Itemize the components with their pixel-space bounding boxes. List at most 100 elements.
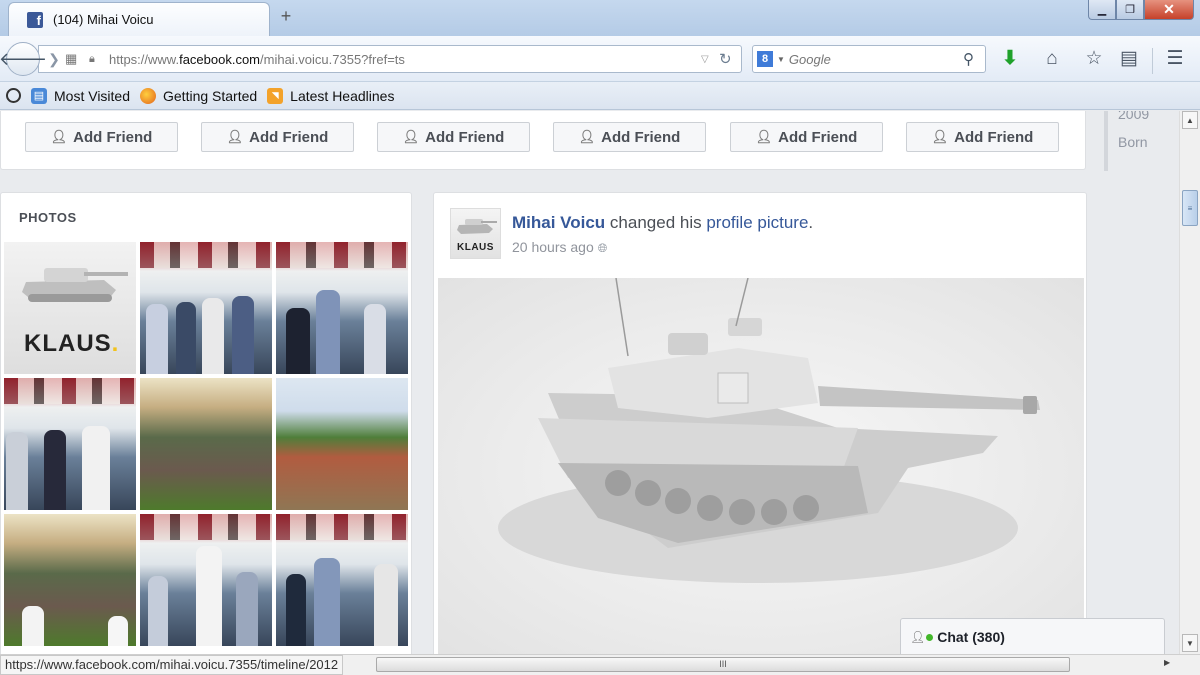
add-friend-label: Add Friend [73,128,153,146]
scrollbar-grip: III [719,659,727,669]
post-period: . [808,213,814,232]
public-globe-icon[interactable]: 🌐︎ [598,241,608,255]
reload-icon[interactable]: ↻ [719,50,741,68]
add-friend-icon: 👤︎ [755,129,773,144]
photo-person [44,430,66,510]
photo-person [232,296,254,374]
add-friend-label: Add Friend [601,128,681,146]
add-friend-button[interactable]: 👤︎ Add Friend [553,122,706,152]
search-bar[interactable]: 8 ▼ Google ⚲ [752,45,986,73]
avatar-text: KLAUS [457,242,494,253]
vertical-scrollbar[interactable]: ▲ ≡ ▼ [1179,111,1200,654]
tank-photo-image [498,278,1040,583]
history-icon[interactable] [6,88,21,103]
photo-person [316,290,340,374]
back-button[interactable]: 🡐 [0,42,47,76]
photo-thumbnail[interactable] [4,378,136,510]
most-visited-icon: ▤ [31,87,47,104]
window-titlebar: f (104) Mihai Voicu + ▁ ❐ ✕ [0,0,1200,36]
photo-person [108,616,128,646]
chat-bar[interactable]: 👤︎ Chat (380) [900,618,1165,655]
photo-thumbnail[interactable] [140,242,272,374]
add-friend-button[interactable]: 👤︎ Add Friend [377,122,530,152]
toolbar-separator [1152,48,1153,74]
photo-thumbnail[interactable] [140,378,272,510]
photo-thumbnail[interactable] [276,378,408,510]
scroll-right-icon[interactable]: ▶ [1164,658,1170,667]
photo-person [202,298,224,374]
bookmark-label: Getting Started [163,87,258,104]
add-friend-button[interactable]: 👤︎ Add Friend [730,122,883,152]
site-identity-icon[interactable]: ▦ [65,51,83,67]
photo-grid: KLAUS. [4,242,410,646]
add-friend-icon: 👤︎ [931,129,949,144]
add-friend-button[interactable]: 👤︎ Add Friend [201,122,354,152]
add-friend-button[interactable]: 👤︎ Add Friend [25,122,178,152]
bookmarks-menu-icon[interactable]: ▤ [1117,48,1141,72]
minimize-button[interactable]: ▁ [1088,0,1116,20]
scrollbar-thumb[interactable]: ≡ [1182,190,1198,226]
close-window-button[interactable]: ✕ [1144,0,1194,20]
add-friend-label: Add Friend [425,128,505,146]
lock-icon: 🔒︎ [89,52,95,65]
home-icon[interactable]: ⌂ [1040,48,1064,72]
photo-thumbnail[interactable] [276,514,408,646]
menu-icon[interactable]: ☰ [1163,48,1187,72]
bookmark-getting-started[interactable]: Getting Started [140,87,258,104]
photo-person [314,558,340,646]
downloads-icon[interactable]: ⬇ [998,48,1022,72]
klaus-dot: . [111,330,120,357]
post-time-link[interactable]: 20 hours ago [512,239,594,255]
photo-person [364,304,386,374]
firefox-icon [140,87,156,104]
search-input[interactable]: Google [789,52,963,67]
add-friend-label: Add Friend [954,128,1034,146]
profile-picture-link[interactable]: profile picture [706,213,808,232]
post-action-text: changed his [605,213,707,232]
post-timestamp: 20 hours ago 🌐︎ [512,239,607,256]
page-content: 👤︎ Add Friend 👤︎ Add Friend 👤︎ Add Friend 👤… [0,111,1178,654]
chat-person-icon: 👤︎ [910,630,926,644]
url-text[interactable]: https://www.facebook.com/mihai.voicu.735… [109,52,701,67]
photos-card: PHOTOS KLAUS. [0,192,412,654]
new-tab-button[interactable]: + [276,6,296,27]
post-photo[interactable] [438,278,1084,654]
photo-thumbnail[interactable]: KLAUS. [4,242,136,374]
add-friend-button[interactable]: 👤︎ Add Friend [906,122,1059,152]
photo-person [148,576,168,646]
browser-tab[interactable]: f (104) Mihai Voicu [8,2,270,36]
post-author-link[interactable]: Mihai Voicu [512,213,605,232]
timeline-year-item[interactable]: 2009 [1118,111,1178,122]
url-prefix: https://www. [109,51,180,67]
photos-title[interactable]: PHOTOS [19,210,77,225]
maximize-button[interactable]: ❐ [1116,0,1144,20]
photo-thumbnail[interactable] [276,242,408,374]
photo-thumbnail[interactable] [4,514,136,646]
bookmark-star-icon[interactable]: ☆ [1082,48,1106,72]
avatar[interactable]: KLAUS [450,208,501,259]
photo-person [6,432,28,510]
search-engine-dropdown-icon[interactable]: ▼ [777,55,785,64]
post-header: Mihai Voicu changed his profile picture. [512,213,813,233]
address-bar[interactable]: ❯ ▦ 🔒︎ https://www.facebook.com/mihai.vo… [38,45,742,73]
add-friend-icon: 👤︎ [50,129,68,144]
photo-thumbnail[interactable] [140,514,272,646]
window-controls: ▁ ❐ ✕ [1088,0,1194,20]
online-status-icon [926,633,934,641]
bookmark-label: Latest Headlines [290,87,395,104]
horizontal-scrollbar[interactable]: III [376,657,1070,672]
photo-person [374,564,398,646]
status-bar: III ▶ https://www.facebook.com/mihai.voi… [0,654,1200,675]
scroll-up-icon[interactable]: ▲ [1182,111,1198,129]
timeline-year-item[interactable]: Born [1118,134,1178,150]
bookmark-most-visited[interactable]: ▤ Most Visited [31,87,130,104]
add-friend-label: Add Friend [778,128,858,146]
search-engine-icon[interactable]: 8 [757,51,773,67]
photo-person [196,546,222,646]
bookmark-latest-headlines[interactable]: ◥ Latest Headlines [267,87,395,104]
bookmarks-toolbar: ▤ Most Visited Getting Started ◥ Latest … [0,82,1200,110]
search-icon[interactable]: ⚲ [963,50,985,68]
url-dropdown-icon[interactable]: ▽ [701,54,719,65]
scroll-down-icon[interactable]: ▼ [1182,634,1198,652]
photo-person [22,606,44,646]
